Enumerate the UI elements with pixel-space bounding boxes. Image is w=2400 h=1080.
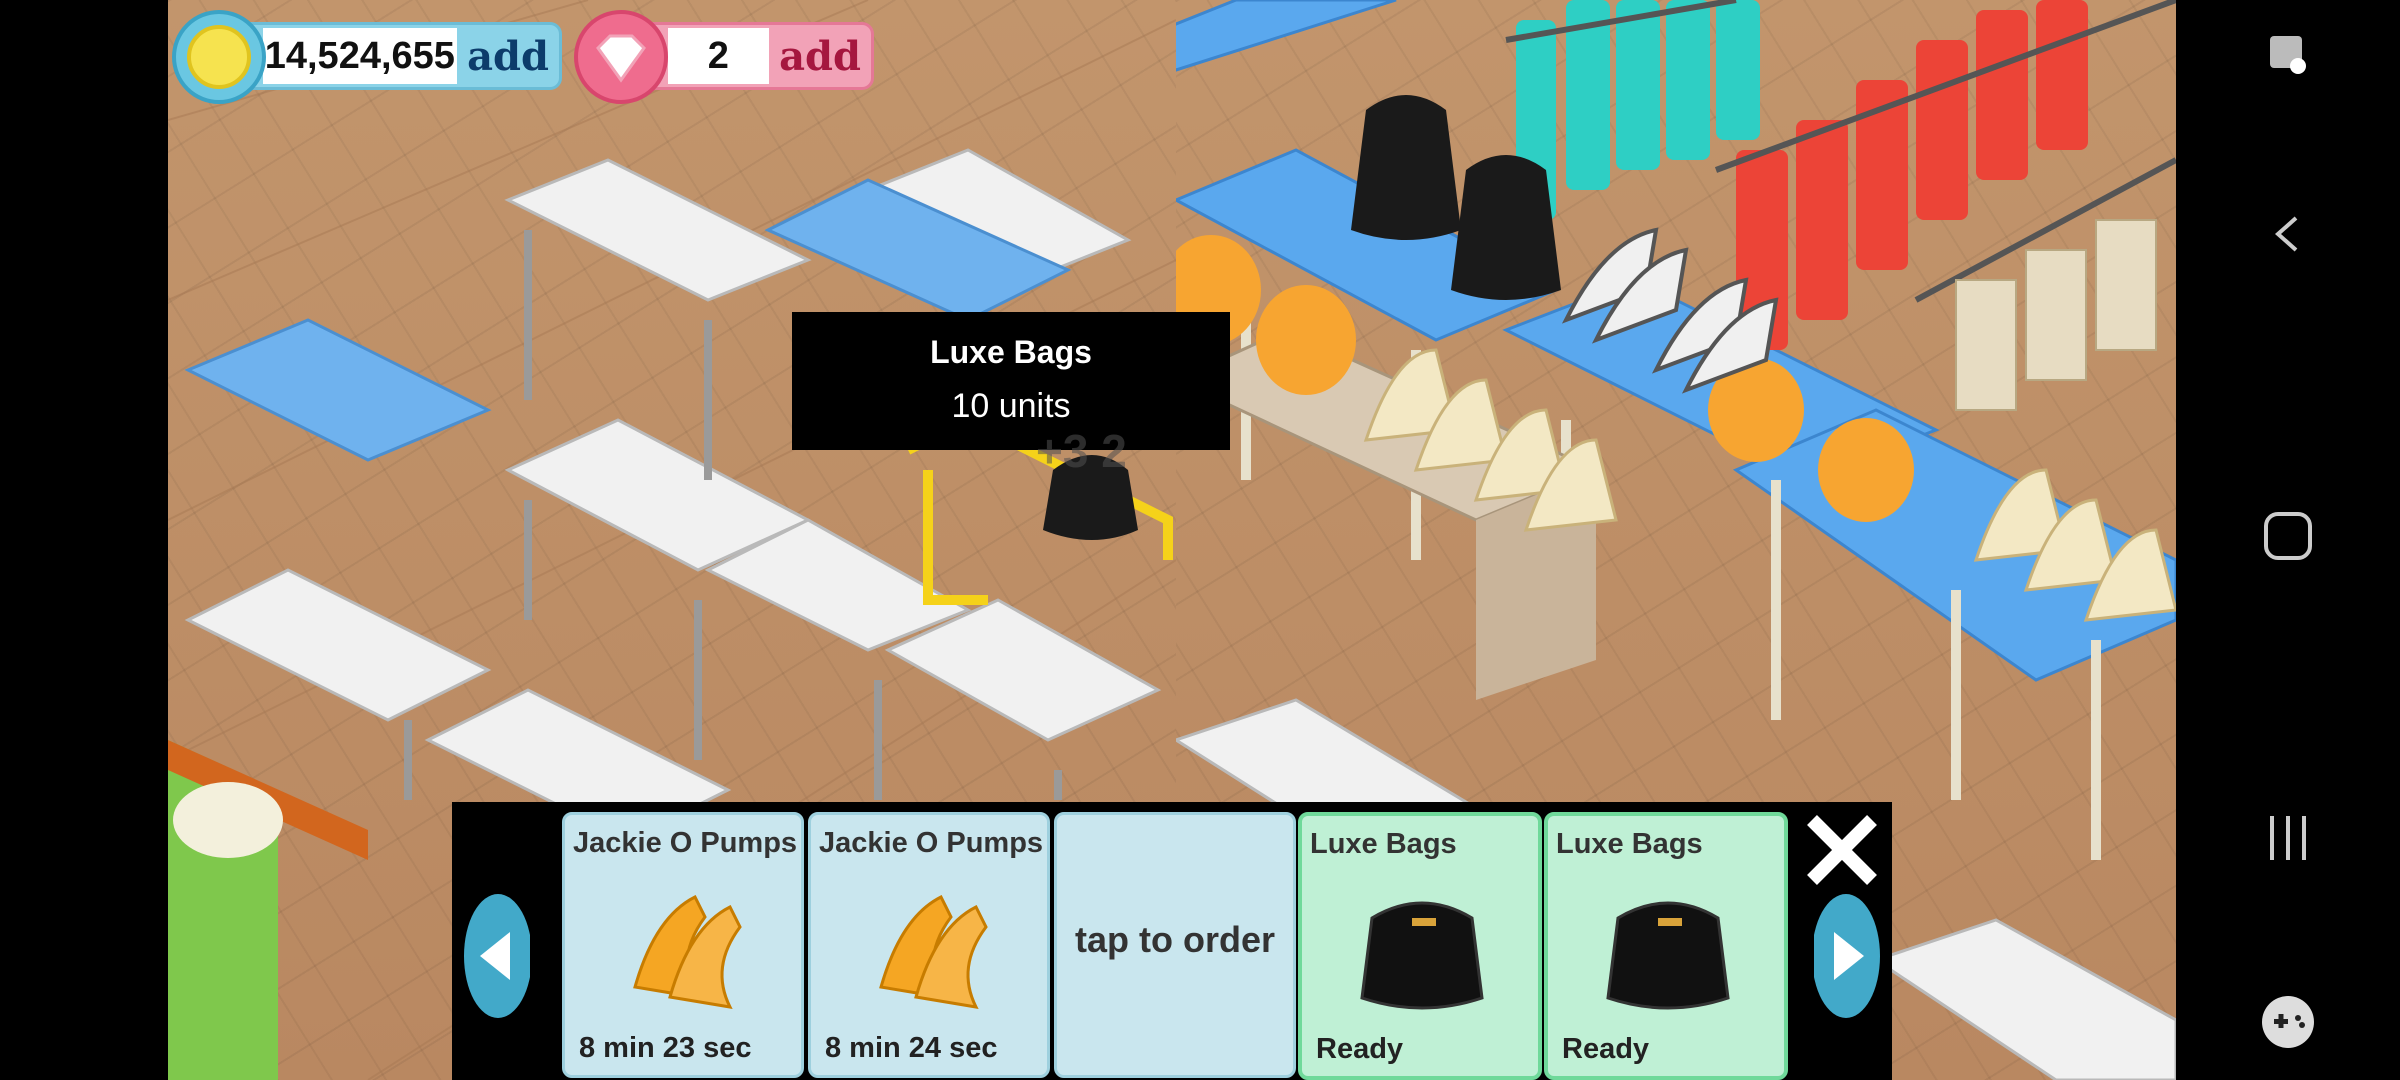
floating-gain-text: +3 2 (1036, 425, 1127, 477)
order-timer: 8 min 24 sec (825, 1032, 998, 1064)
tooltip-units: 10 units (951, 387, 1071, 425)
order-status-ready: Ready (1316, 1033, 1404, 1065)
order-status-ready: Ready (1562, 1033, 1650, 1065)
scroll-right-button[interactable] (1814, 892, 1886, 1020)
order-slot-5[interactable]: Luxe Bags Ready (1544, 812, 1788, 1080)
screenshot-icon (2270, 36, 2306, 74)
system-navigation-bar (2176, 0, 2400, 1080)
order-slot-1[interactable]: Jackie O Pumps 8 min 23 sec (562, 812, 804, 1078)
order-item-name: Luxe Bags (1556, 828, 1703, 860)
close-icon (1807, 815, 1877, 885)
back-icon (2274, 216, 2298, 252)
arrow-right-icon (1814, 894, 1880, 1018)
order-slot-4[interactable]: Luxe Bags Ready (1298, 812, 1542, 1080)
arrow-left-icon (464, 894, 530, 1018)
item-tooltip: Luxe Bags 10 units (792, 312, 1230, 450)
game-tools-button[interactable] (2256, 990, 2320, 1054)
order-slot-empty[interactable]: tap to order (1054, 812, 1296, 1078)
tap-to-order-label: tap to order (1074, 919, 1275, 960)
add-gems-button[interactable]: add (769, 33, 871, 80)
handbag-icon (1360, 901, 1484, 1010)
order-slot-2[interactable]: Jackie O Pumps 8 min 24 sec (808, 812, 1050, 1078)
recents-button[interactable] (2256, 806, 2320, 870)
order-item-name: Jackie O Pumps (573, 827, 798, 859)
scroll-left-button[interactable] (458, 892, 530, 1020)
screenshot-button[interactable] (2256, 22, 2320, 86)
order-item-name: Jackie O Pumps (819, 827, 1044, 859)
order-panel: Jackie O Pumps 8 min 23 sec Jackie O Pum… (452, 802, 1892, 1080)
home-icon (2264, 512, 2312, 560)
gem-icon (574, 10, 668, 104)
recents-icon (2270, 816, 2306, 860)
coin-icon (172, 10, 266, 104)
order-timer: 8 min 23 sec (579, 1032, 752, 1064)
handbag-icon (1606, 901, 1730, 1010)
back-button[interactable] (2256, 202, 2320, 266)
gamepad-icon (2262, 996, 2314, 1048)
pumps-icon (633, 894, 742, 1009)
coin-balance: 14,524,655 (262, 28, 458, 84)
add-coins-button[interactable]: add (457, 33, 559, 80)
order-item-name: Luxe Bags (1310, 828, 1457, 860)
tooltip-title: Luxe Bags (930, 334, 1092, 370)
gem-balance: 2 (667, 28, 770, 84)
pumps-icon (879, 894, 988, 1009)
home-button[interactable] (2256, 504, 2320, 568)
close-button[interactable] (1800, 808, 1884, 892)
